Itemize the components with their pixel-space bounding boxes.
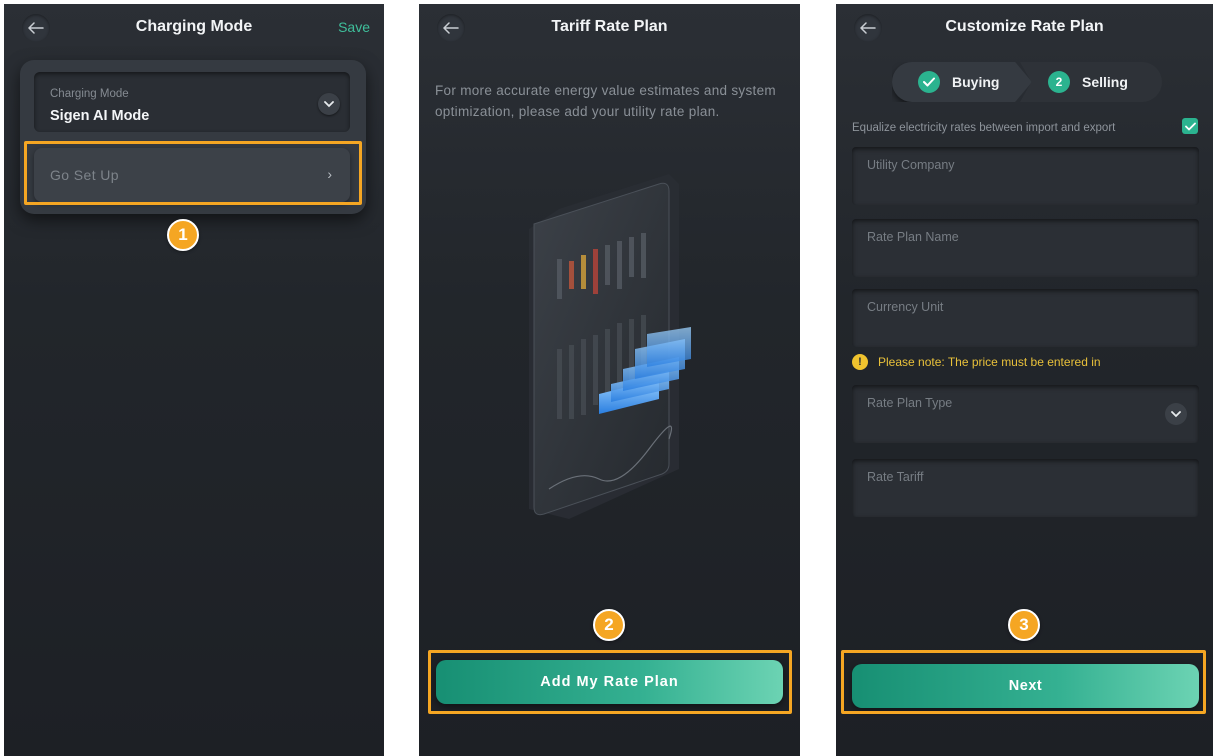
rate-plan-type-select[interactable]: Rate Plan Type [852, 385, 1199, 443]
utility-company-label: Utility Company [867, 158, 955, 172]
rate-plan-name-label: Rate Plan Name [867, 230, 959, 244]
info-icon: ! [852, 354, 868, 370]
step-buying[interactable]: Buying [892, 62, 1032, 102]
tariff-rate-plan-screen: Tariff Rate Plan For more accurate energ… [419, 4, 800, 756]
rate-plan-type-label: Rate Plan Type [867, 396, 953, 410]
equalize-rates-row: Equalize electricity rates between impor… [852, 118, 1202, 136]
stepper: Buying 2 Selling [892, 62, 1162, 102]
step-number: 2 [1048, 71, 1070, 93]
highlight-box [24, 141, 362, 205]
charging-mode-select[interactable]: Charging Mode Sigen AI Mode [34, 72, 350, 132]
check-icon [1184, 122, 1196, 130]
step-badge: 3 [1008, 609, 1040, 641]
equalize-rates-checkbox[interactable] [1182, 118, 1198, 134]
price-note-text: Please note: The price must be entered i… [878, 355, 1101, 369]
highlight-box [428, 650, 792, 714]
rate-tariff-label: Rate Tariff [867, 470, 924, 484]
description-text: For more accurate energy value estimates… [435, 83, 776, 119]
page-title: Customize Rate Plan [945, 18, 1104, 35]
rate-tariff-field[interactable]: Rate Tariff [852, 459, 1199, 517]
chevron-down-icon[interactable] [318, 93, 340, 115]
price-note: ! Please note: The price must be entered… [852, 354, 1101, 370]
currency-unit-label: Currency Unit [867, 300, 944, 314]
step-selling-label: Selling [1082, 74, 1128, 90]
step-selling[interactable]: 2 Selling [1020, 62, 1162, 102]
charging-mode-screen: Charging Mode Save Charging Mode Sigen A… [4, 4, 384, 756]
phone-charts-illustration [529, 174, 691, 519]
save-button[interactable]: Save [338, 19, 370, 35]
utility-company-field[interactable]: Utility Company [852, 147, 1199, 205]
rate-plan-name-field[interactable]: Rate Plan Name [852, 219, 1199, 277]
step-badge: 1 [167, 219, 199, 251]
step-badge: 2 [593, 609, 625, 641]
highlight-box [841, 650, 1206, 714]
customize-rate-plan-screen: Customize Rate Plan Buying 2 Selling Equ… [836, 4, 1213, 756]
page-title: Charging Mode [135, 18, 253, 35]
currency-unit-field[interactable]: Currency Unit [852, 289, 1199, 347]
equalize-rates-label: Equalize electricity rates between impor… [852, 122, 1116, 134]
check-icon [918, 71, 940, 93]
step-buying-label: Buying [952, 74, 1000, 90]
page-title: Tariff Rate Plan [551, 18, 668, 35]
chevron-down-icon[interactable] [1165, 403, 1187, 425]
charging-mode-value: Sigen AI Mode [50, 108, 150, 124]
charging-mode-label: Charging Mode [50, 88, 129, 100]
